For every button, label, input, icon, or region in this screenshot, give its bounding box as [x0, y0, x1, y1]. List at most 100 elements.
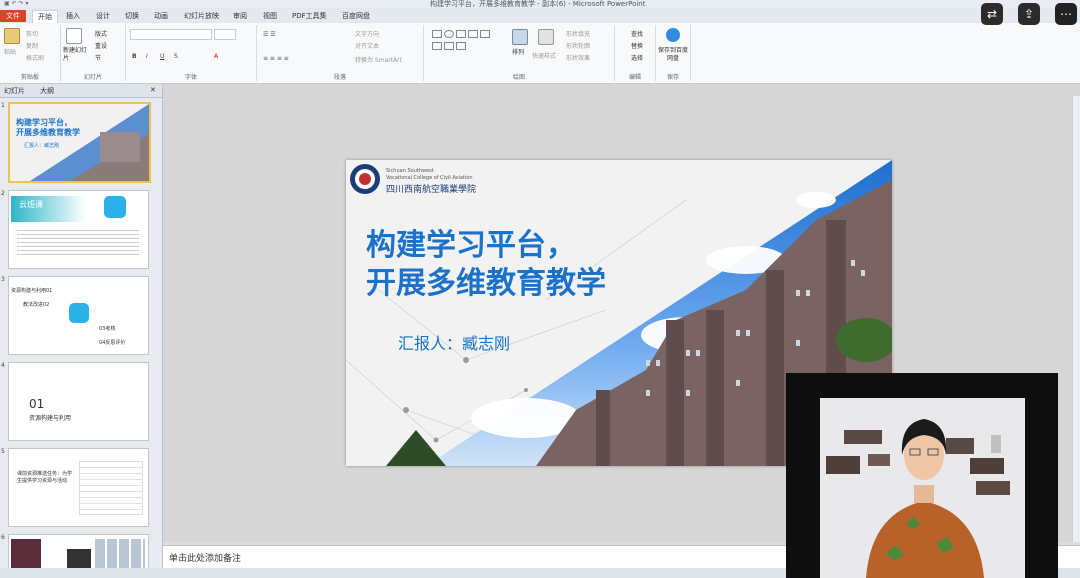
cut-button[interactable]: 剪切 — [26, 29, 38, 38]
tab-pdf-tools[interactable]: PDF工具集 — [292, 10, 327, 22]
group-slides: 新建幻灯片 版式 重设 节 幻灯片 — [61, 25, 126, 81]
thumb-4-sub: 资源构建与利用 — [29, 415, 72, 422]
pane-tabs: 幻灯片 大纲 ✕ — [0, 84, 162, 98]
group-paragraph: ☰ ☰ ≡ ≡ ≡ ≡ 文字方向 对齐文本 转换为 SmartArt 段落 — [257, 25, 424, 81]
shape-star-icon[interactable] — [444, 42, 454, 50]
strikethrough-icon[interactable]: S — [174, 53, 178, 60]
thumb-3-item-1: 资源构建与利用01 — [11, 288, 53, 294]
shape-triangle-icon[interactable] — [432, 42, 442, 50]
tab-baidu-netdisk[interactable]: 百度网盘 — [342, 10, 370, 22]
thumb-number: 5 — [1, 448, 5, 455]
convert-smartart-button[interactable]: 转换为 SmartArt — [355, 55, 402, 64]
school-name-cn: 四川西南航空職業學院 — [386, 185, 477, 195]
slide-thumb-4[interactable]: 01 资源构建与利用 — [8, 362, 149, 441]
group-label-clipboard: 剪贴板 — [20, 74, 39, 81]
slide-thumb-5[interactable]: 课前资源推送任务：为学生提供学习资源与活动 — [8, 448, 149, 527]
ribbon-tabs: 文件 开始 插入 设计 切换 动画 幻灯片放映 审阅 视图 PDF工具集 百度网… — [0, 8, 1080, 24]
tab-insert[interactable]: 插入 — [66, 10, 80, 22]
school-name-en-2: Vocational College of Civil Aviation — [386, 175, 473, 181]
shape-rect-icon[interactable] — [432, 30, 442, 38]
tab-slides[interactable]: 幻灯片 — [4, 86, 25, 96]
copy-button[interactable]: 复制 — [26, 41, 38, 50]
notes-placeholder: 单击此处添加备注 — [169, 554, 242, 564]
thumb-number: 4 — [1, 362, 5, 369]
group-label-slides: 幻灯片 — [83, 74, 102, 81]
school-name-en-1: Sichuan Southwest — [386, 168, 434, 174]
layout-button[interactable]: 版式 — [95, 29, 107, 38]
thumb-number: 6 — [1, 534, 5, 541]
replace-button[interactable]: 替换 — [631, 41, 643, 50]
tab-design[interactable]: 设计 — [96, 10, 110, 22]
slide-thumb-1[interactable]: 构建学习平台， 开展多维教育教学 汇报人：臧志刚 — [8, 102, 151, 183]
webcam-feed — [786, 373, 1058, 578]
tab-outline[interactable]: 大纲 — [40, 86, 54, 96]
group-label-save: 保存 — [666, 74, 679, 81]
tab-view[interactable]: 视图 — [263, 10, 277, 22]
bullets-icon[interactable]: ☰ ☰ — [263, 31, 276, 38]
format-painter-button[interactable]: 格式刷 — [26, 53, 44, 62]
group-label-editing: 编辑 — [628, 74, 641, 81]
shape-box-icon[interactable] — [480, 30, 490, 38]
save-to-baidu-button[interactable]: 保存到百度网盘 — [658, 47, 688, 63]
tab-slideshow[interactable]: 幻灯片放映 — [184, 10, 219, 22]
thumb-number: 1 — [1, 102, 5, 109]
font-color-icon[interactable]: A — [214, 53, 218, 60]
select-button[interactable]: 选择 — [631, 53, 643, 62]
thumb-3-item-4: 04反思评价 — [99, 340, 126, 346]
reset-button[interactable]: 重设 — [95, 41, 107, 50]
webcam-overlay — [786, 373, 1058, 578]
group-label-paragraph: 段落 — [333, 74, 346, 81]
quick-access-icons[interactable]: ▣ ↶ ↷ ▾ — [4, 0, 28, 7]
thumb-5-screenshot — [79, 461, 143, 515]
shape-oval-icon[interactable] — [444, 30, 454, 38]
align-icons[interactable]: ≡ ≡ ≡ ≡ — [263, 55, 289, 62]
share-icon[interactable]: ⇪ — [1018, 3, 1040, 25]
arrange-button[interactable]: 排列 — [512, 47, 524, 56]
shape-brace-icon[interactable] — [456, 42, 466, 50]
find-button[interactable]: 查找 — [631, 29, 643, 38]
quick-styles-icon[interactable] — [538, 29, 554, 45]
font-name-box[interactable] — [130, 29, 212, 40]
bold-icon[interactable]: B — [132, 53, 137, 60]
thumb-1-sub: 汇报人：臧志刚 — [24, 143, 60, 149]
cloud-app-icon — [69, 303, 89, 323]
tab-home[interactable]: 开始 — [32, 10, 58, 23]
underline-icon[interactable]: U — [160, 53, 164, 60]
text-direction-button[interactable]: 文字方向 — [355, 29, 379, 38]
slide-thumb-3[interactable]: 资源构建与利用01 教法改进02 03考核 04反思评价 — [8, 276, 149, 355]
group-editing: 查找 替换 选择 编辑 — [615, 25, 656, 81]
thumb-2-text-lines — [17, 227, 139, 257]
tab-review[interactable]: 审阅 — [233, 10, 247, 22]
tab-animations[interactable]: 动画 — [154, 10, 168, 22]
align-text-button[interactable]: 对齐文本 — [355, 41, 379, 50]
presenter-label: 汇报人：臧志刚 — [398, 334, 511, 353]
new-slide-icon[interactable] — [66, 28, 82, 44]
group-label-font: 字体 — [184, 74, 197, 81]
shape-fill-button[interactable]: 形状填充 — [566, 29, 590, 38]
shape-outline-button[interactable]: 形状轮廓 — [566, 41, 590, 50]
slide-thumb-2[interactable]: 云班课 — [8, 190, 149, 269]
paste-button[interactable]: 粘贴 — [4, 47, 16, 56]
more-icon[interactable]: ⋯ — [1055, 3, 1077, 25]
font-size-box[interactable] — [214, 29, 236, 40]
thumb-4-number: 01 — [29, 397, 45, 411]
quick-styles-button[interactable]: 快速样式 — [532, 51, 556, 60]
italic-icon[interactable]: I — [146, 53, 148, 60]
shape-line-icon[interactable] — [456, 30, 466, 38]
baidu-cloud-icon[interactable] — [666, 28, 680, 42]
thumb-5-text: 课前资源推送任务：为学生提供学习资源与活动 — [17, 471, 73, 484]
close-pane-icon[interactable]: ✕ — [150, 86, 156, 94]
tab-file[interactable]: 文件 — [0, 10, 26, 22]
group-font: B I U S A 字体 — [126, 25, 257, 81]
paste-icon[interactable] — [4, 28, 20, 44]
shape-effects-button[interactable]: 形状效果 — [566, 53, 590, 62]
section-button[interactable]: 节 — [95, 53, 101, 62]
swap-icon[interactable]: ⇄ — [981, 3, 1003, 25]
cloud-app-icon — [104, 196, 126, 218]
editor-scrollbar[interactable] — [1072, 96, 1080, 542]
thumb-number: 3 — [1, 276, 5, 283]
new-slide-button[interactable]: 新建幻灯片 — [63, 47, 89, 63]
shape-arrow-icon[interactable] — [468, 30, 478, 38]
tab-transitions[interactable]: 切换 — [125, 10, 139, 22]
arrange-icon[interactable] — [512, 29, 528, 45]
